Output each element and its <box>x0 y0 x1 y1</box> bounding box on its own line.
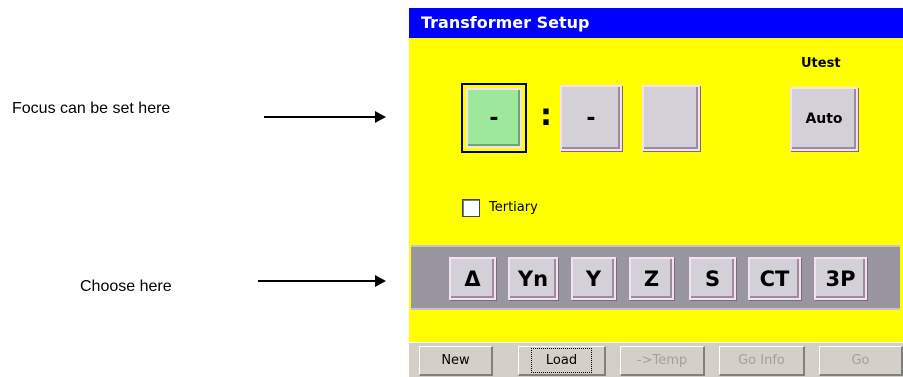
transformer-setup-window: Transformer Setup - : - Utest Auto Terti… <box>409 8 903 377</box>
window-title: Transformer Setup <box>409 8 903 38</box>
choose-3p-button[interactable]: 3P <box>814 257 867 300</box>
focus-frame: - <box>461 83 527 153</box>
choose-annotation: Choose here <box>80 278 172 295</box>
choose-s-button[interactable]: S <box>689 257 736 300</box>
tertiary-label: Tertiary <box>489 200 538 215</box>
vector-group-field-phase[interactable] <box>642 85 700 151</box>
new-button-label: New <box>441 353 470 368</box>
bottom-toolbar: New Load ->Temp Go Info Go <box>409 342 903 377</box>
focus-arrow-icon <box>264 111 386 123</box>
new-button[interactable]: New <box>419 346 493 376</box>
choose-arrow-icon <box>258 275 386 287</box>
vector-group-field-secondary[interactable]: - <box>560 85 622 151</box>
focus-annotation: Focus can be set here <box>12 100 171 117</box>
winding-chooser: Δ Yn Y Z S CT 3P <box>411 245 900 310</box>
load-button[interactable]: Load <box>518 346 606 376</box>
go-info-button[interactable]: Go Info <box>719 346 805 376</box>
choose-y-button[interactable]: Y <box>571 257 616 300</box>
load-button-label: Load <box>530 348 593 373</box>
go-button-label: Go <box>851 353 870 368</box>
utest-label: Utest <box>801 56 841 71</box>
temp-button-label: ->Temp <box>636 353 688 368</box>
choose-ct-button[interactable]: CT <box>748 257 801 300</box>
choose-yn-button[interactable]: Yn <box>508 257 558 300</box>
go-button[interactable]: Go <box>819 346 903 376</box>
tertiary-checkbox[interactable] <box>462 199 480 217</box>
temp-button[interactable]: ->Temp <box>620 346 705 376</box>
choose-z-button[interactable]: Z <box>629 257 674 300</box>
vector-group-field-primary[interactable]: - <box>466 88 522 148</box>
go-info-button-label: Go Info <box>738 353 785 368</box>
separator-colon: : <box>540 98 552 133</box>
choose-delta-button[interactable]: Δ <box>449 257 496 300</box>
utest-auto-button[interactable]: Auto <box>790 87 858 151</box>
